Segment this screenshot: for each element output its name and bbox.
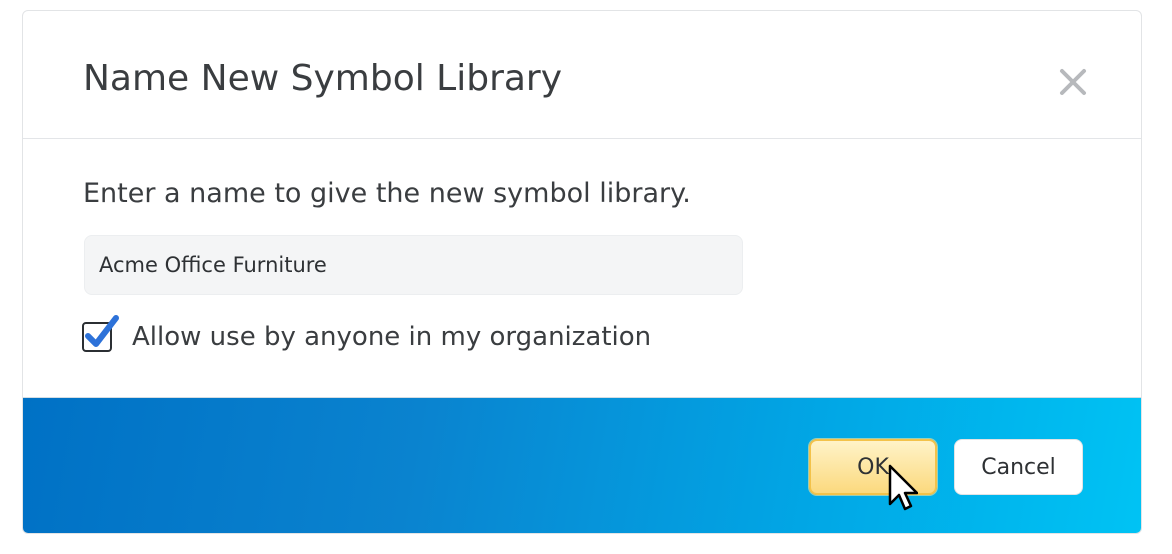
cancel-button[interactable]: Cancel: [954, 439, 1083, 495]
close-icon: [1060, 69, 1086, 95]
ok-button[interactable]: OK: [809, 439, 937, 495]
dialog-footer: OK Cancel: [23, 397, 1141, 533]
allow-org-use-checkbox[interactable]: [82, 315, 119, 352]
library-name-input[interactable]: [84, 235, 743, 295]
allow-org-use-label: Allow use by anyone in my organization: [132, 322, 652, 352]
new-symbol-library-dialog: Name New Symbol Library Enter a name to …: [22, 10, 1142, 534]
dialog-body: Enter a name to give the new symbol libr…: [23, 139, 1141, 397]
checkmark-icon: [85, 315, 119, 347]
dialog-prompt: Enter a name to give the new symbol libr…: [83, 178, 691, 209]
allow-org-use-option[interactable]: Allow use by anyone in my organization: [82, 315, 652, 355]
dialog-title: Name New Symbol Library: [83, 58, 563, 99]
dialog-header: Name New Symbol Library: [23, 11, 1141, 139]
close-button[interactable]: [1053, 61, 1093, 101]
